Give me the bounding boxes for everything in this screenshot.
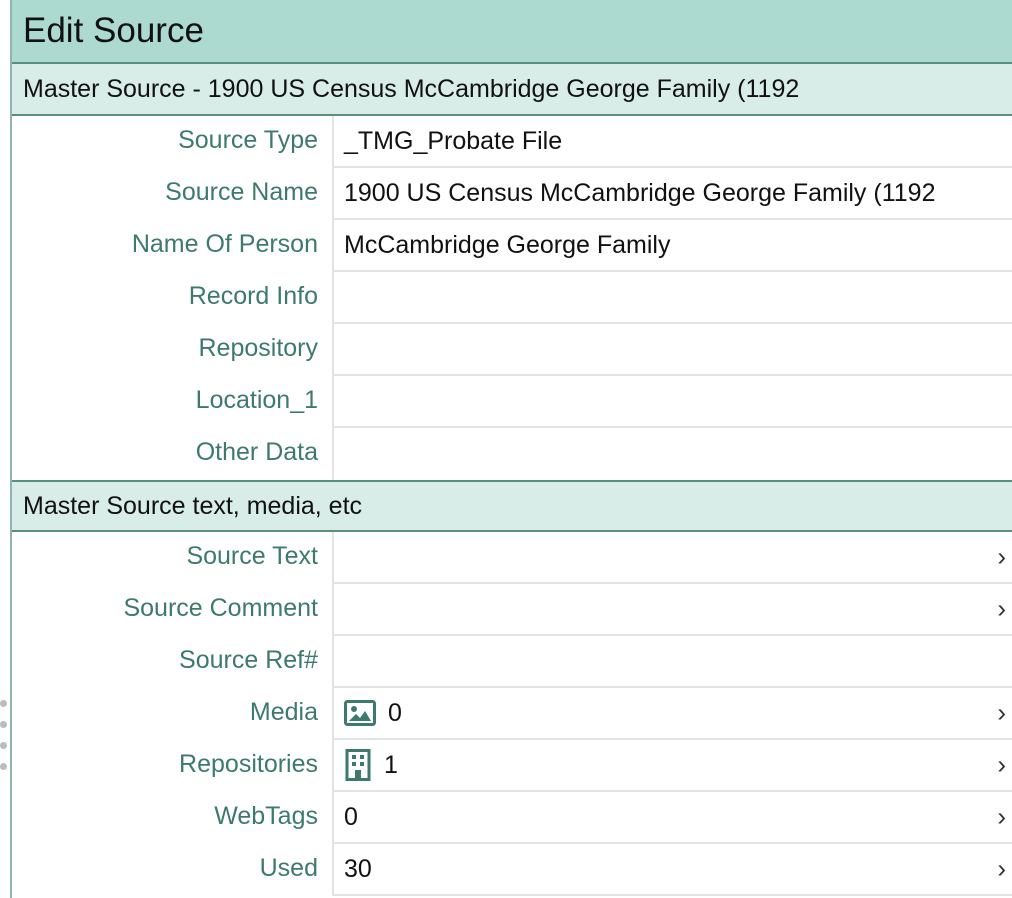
- image-icon: [344, 700, 376, 726]
- other-data-field[interactable]: [332, 428, 1012, 480]
- title-bar: Edit Source: [12, 0, 1012, 64]
- field-row-source-text: Source Text ›: [12, 532, 1012, 584]
- field-row-source-type: Source Type _TMG_Probate File: [12, 116, 1012, 168]
- field-label: Source Type: [178, 126, 318, 154]
- field-label: Other Data: [195, 438, 318, 466]
- field-label: Repositories: [179, 750, 318, 778]
- chevron-right-icon[interactable]: ›: [997, 542, 1006, 573]
- field-label: Name Of Person: [131, 230, 318, 258]
- field-label: Repository: [198, 334, 319, 362]
- field-label: Source Ref#: [179, 646, 318, 674]
- repositories-count: 1: [384, 750, 398, 779]
- source-text-field[interactable]: ›: [332, 532, 1012, 584]
- chevron-right-icon[interactable]: ›: [997, 802, 1006, 833]
- source-type-field[interactable]: _TMG_Probate File: [332, 116, 1012, 168]
- source-comment-field[interactable]: ›: [332, 584, 1012, 636]
- field-row-record-info: Record Info: [12, 272, 1012, 324]
- field-row-source-name: Source Name 1900 US Census McCambridge G…: [12, 168, 1012, 220]
- source-name-field[interactable]: 1900 US Census McCambridge George Family…: [332, 168, 1012, 220]
- chevron-right-icon[interactable]: ›: [997, 854, 1006, 885]
- field-row-source-ref: Source Ref#: [12, 636, 1012, 688]
- location-1-field[interactable]: [332, 376, 1012, 428]
- field-row-used: Used 30 ›: [12, 844, 1012, 896]
- field-label: Media: [249, 698, 318, 726]
- field-row-media: Media 0 ›: [12, 688, 1012, 740]
- field-label: Used: [259, 854, 318, 882]
- repository-field[interactable]: [332, 324, 1012, 376]
- field-value: McCambridge George Family: [344, 230, 671, 259]
- used-field[interactable]: 30 ›: [332, 844, 1012, 896]
- field-label: WebTags: [214, 802, 318, 830]
- field-row-other-data: Other Data: [12, 428, 1012, 480]
- building-icon: [344, 749, 372, 781]
- field-row-repository: Repository: [12, 324, 1012, 376]
- name-of-person-field[interactable]: McCambridge George Family: [332, 220, 1012, 272]
- page-title: Edit Source: [23, 11, 204, 50]
- section-header-text-media: Master Source text, media, etc: [12, 480, 1012, 532]
- chevron-right-icon[interactable]: ›: [997, 698, 1006, 729]
- field-label: Source Text: [186, 542, 318, 570]
- used-count: 30: [344, 854, 372, 883]
- chevron-right-icon[interactable]: ›: [997, 750, 1006, 781]
- webtags-field[interactable]: 0 ›: [332, 792, 1012, 844]
- field-row-webtags: WebTags 0 ›: [12, 792, 1012, 844]
- field-row-source-comment: Source Comment ›: [12, 584, 1012, 636]
- chevron-right-icon[interactable]: ›: [997, 594, 1006, 625]
- field-row-repositories: Repositories 1 ›: [12, 740, 1012, 792]
- field-label: Source Comment: [123, 594, 318, 622]
- field-row-location-1: Location_1: [12, 376, 1012, 428]
- field-label: Record Info: [188, 282, 318, 310]
- webtags-count: 0: [344, 802, 358, 831]
- record-info-field[interactable]: [332, 272, 1012, 324]
- field-label: Source Name: [165, 178, 318, 206]
- edit-source-panel: Edit Source Master Source - 1900 US Cens…: [10, 0, 1012, 898]
- field-value: 1900 US Census McCambridge George Family…: [344, 178, 936, 207]
- resize-handle[interactable]: [0, 700, 8, 772]
- field-value: _TMG_Probate File: [344, 126, 563, 155]
- field-label: Location_1: [195, 386, 318, 414]
- media-count: 0: [388, 698, 402, 727]
- repositories-field[interactable]: 1 ›: [332, 740, 1012, 792]
- field-row-name-of-person: Name Of Person McCambridge George Family: [12, 220, 1012, 272]
- media-field[interactable]: 0 ›: [332, 688, 1012, 740]
- source-ref-field[interactable]: [332, 636, 1012, 688]
- section-header-master-source: Master Source - 1900 US Census McCambrid…: [12, 64, 1012, 116]
